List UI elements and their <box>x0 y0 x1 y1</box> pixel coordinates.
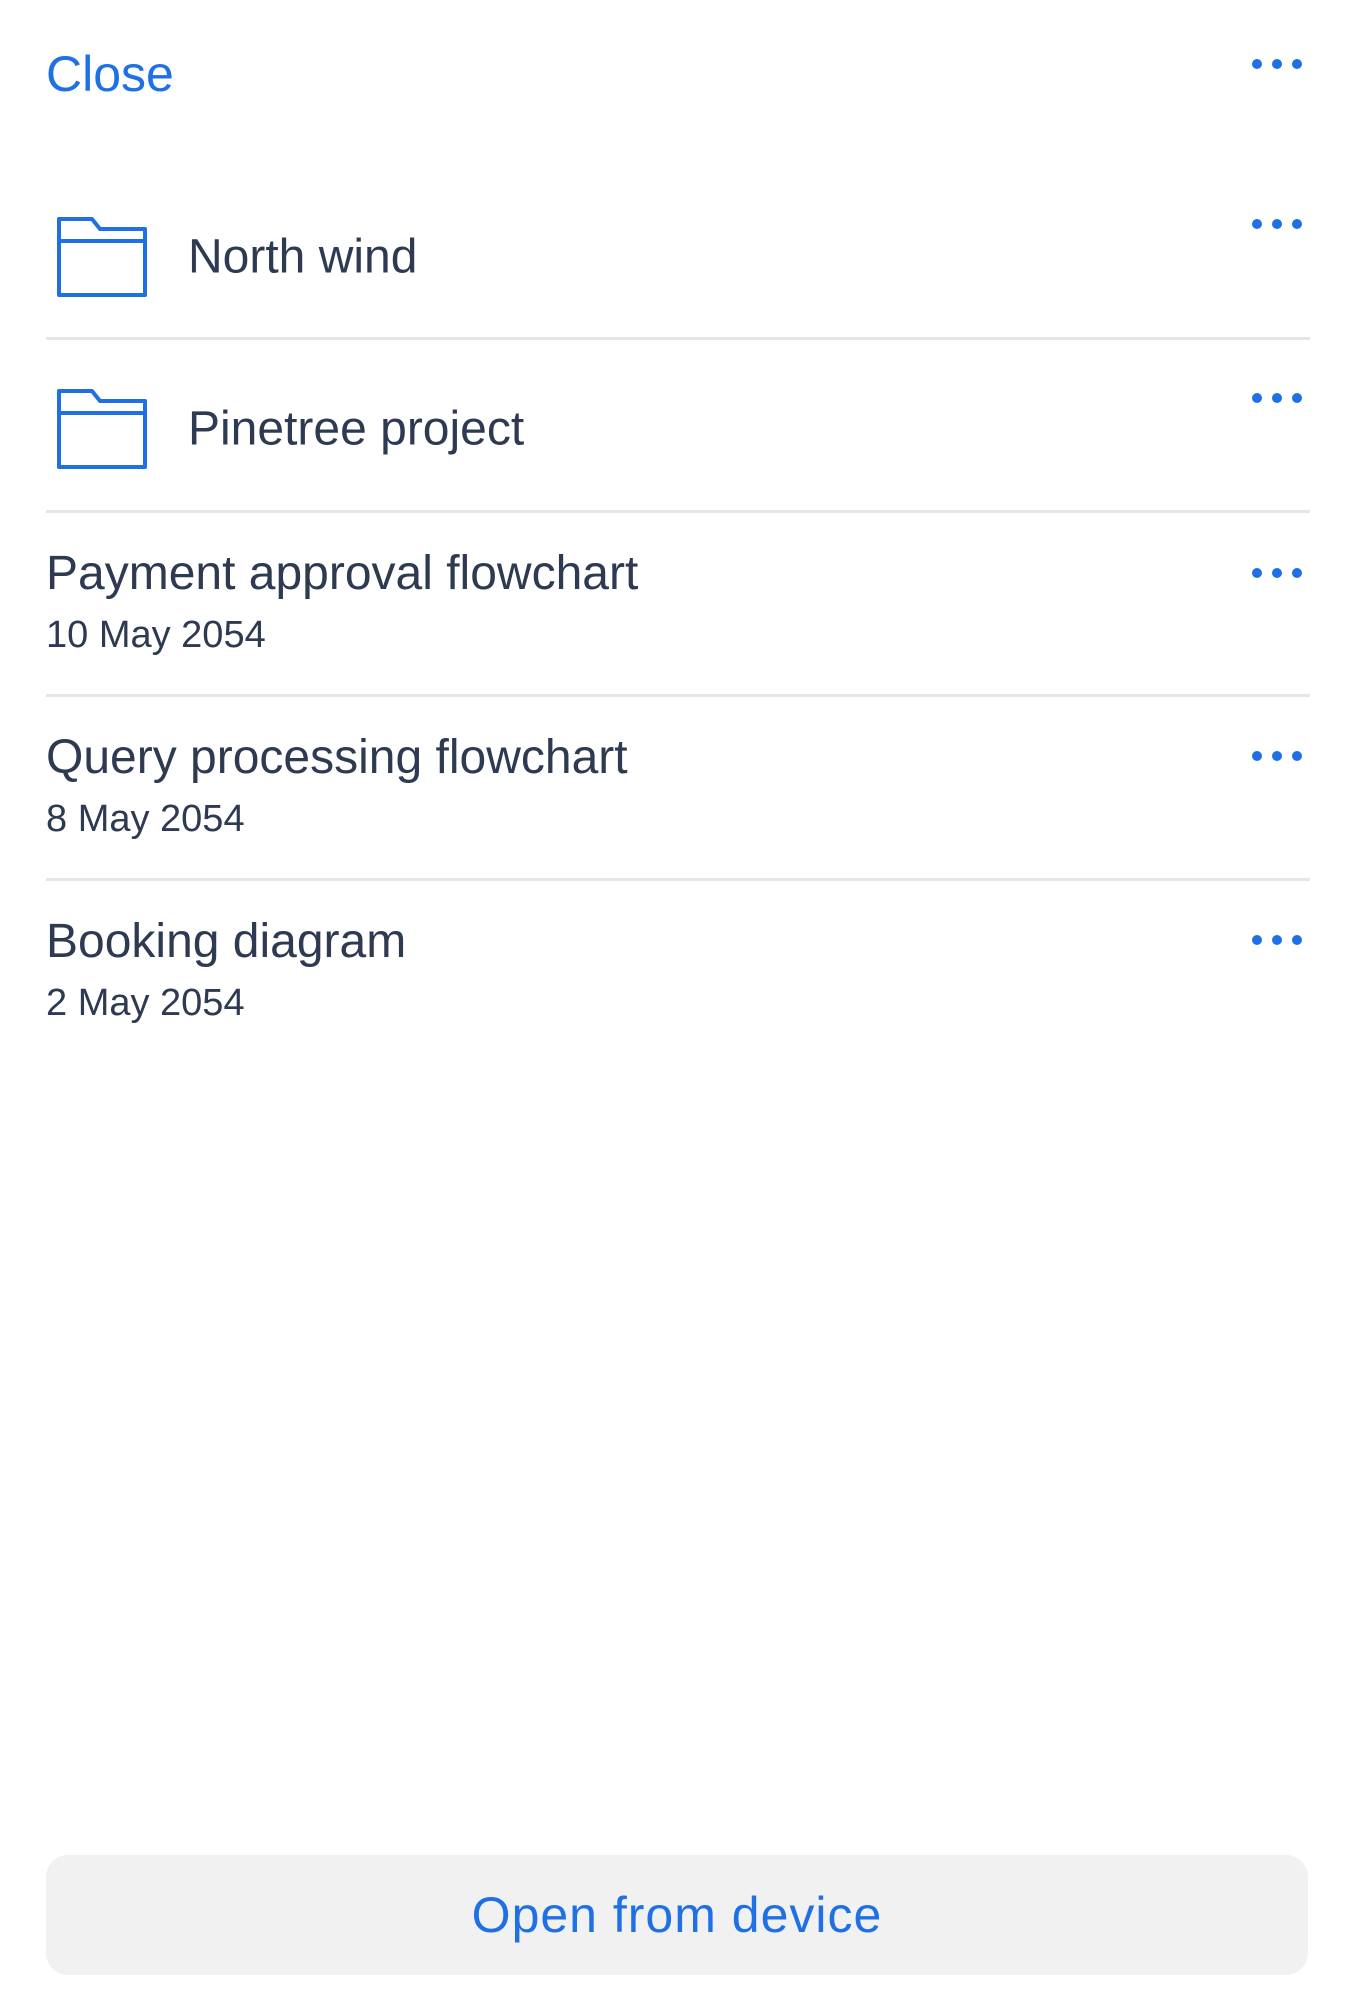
file-name: Booking diagram <box>46 915 407 968</box>
file-more-button[interactable] <box>1245 922 1309 958</box>
folder-icon <box>57 217 147 297</box>
more-horizontal-icon <box>1252 59 1302 69</box>
file-date: 2 May 2054 <box>46 982 245 1024</box>
list-item-folder-pinetree-project[interactable]: Pinetree project <box>46 342 1310 516</box>
folder-more-button[interactable] <box>1245 380 1309 416</box>
folder-name: Pinetree project <box>188 402 525 456</box>
top-bar: Close <box>0 0 1350 150</box>
more-horizontal-icon <box>1252 568 1302 578</box>
more-horizontal-icon <box>1252 751 1302 761</box>
folder-name: North wind <box>188 230 418 284</box>
open-from-device-button[interactable]: Open from device <box>46 1855 1308 1975</box>
list-item-file[interactable]: Payment approval flowchart 10 May 2054 <box>46 512 1310 695</box>
more-horizontal-icon <box>1252 393 1302 403</box>
folder-more-button[interactable] <box>1245 206 1309 242</box>
divider <box>46 337 1310 340</box>
file-name: Query processing flowchart <box>46 731 628 784</box>
header-more-button[interactable] <box>1245 46 1309 82</box>
close-button[interactable]: Close <box>46 44 174 104</box>
file-more-button[interactable] <box>1245 555 1309 591</box>
file-name: Payment approval flowchart <box>46 547 639 600</box>
file-date: 10 May 2054 <box>46 614 266 656</box>
list-item-file[interactable]: Query processing flowchart 8 May 2054 <box>46 696 1310 879</box>
file-more-button[interactable] <box>1245 738 1309 774</box>
file-date: 8 May 2054 <box>46 798 245 840</box>
more-horizontal-icon <box>1252 935 1302 945</box>
folder-icon <box>57 389 147 469</box>
more-horizontal-icon <box>1252 219 1302 229</box>
list-item-folder-north-wind[interactable]: North wind <box>46 170 1310 344</box>
list-item-file[interactable]: Booking diagram 2 May 2054 <box>46 880 1310 1063</box>
